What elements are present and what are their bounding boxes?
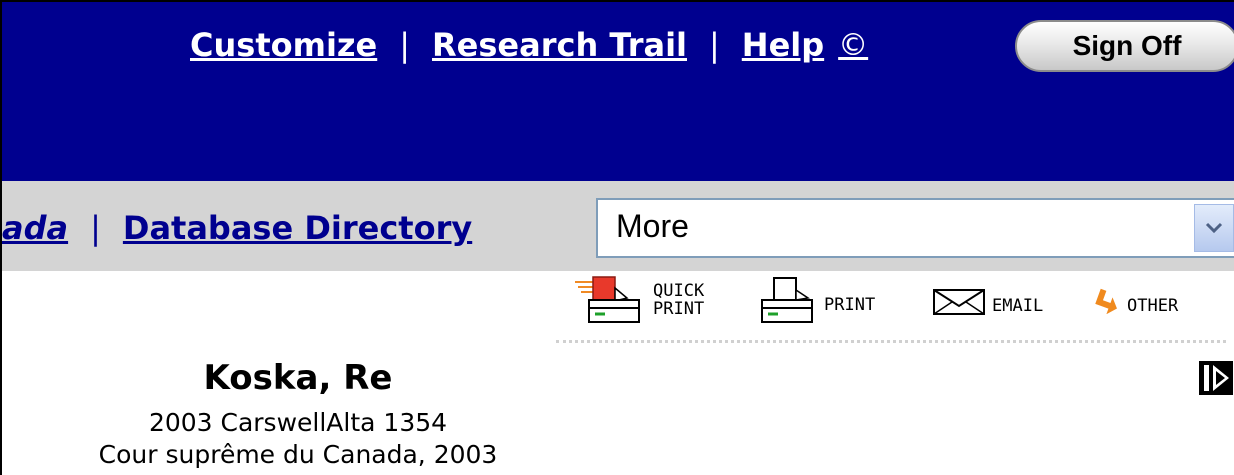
top-header: Customize | Research Trail | Help © Sign… [0,0,1234,181]
header-separator: | [709,26,720,64]
quick-print-label-line2: PRINT [653,299,705,319]
window-frame-top [0,0,1234,2]
other-label: OTHER [1127,296,1179,317]
window-frame-left [0,0,2,475]
help-link[interactable]: Help [742,26,824,64]
database-directory-link[interactable]: Database Directory [123,209,472,247]
document-toolbar: QUICK PRINT PRINT EMAIL OTHER [575,276,1225,338]
nav-links: ada | Database Directory [2,208,472,248]
copyright-link[interactable]: © [838,28,868,63]
chevron-down-icon[interactable] [1194,204,1234,252]
email-button[interactable]: EMAIL [932,276,1043,326]
header-separator: | [399,26,411,64]
expand-panel-button[interactable] [1199,361,1233,395]
canada-link[interactable]: ada [2,209,68,247]
document-court: Cour suprême du Canada, 2003 [98,440,498,469]
envelope-icon [932,284,988,318]
printer-icon [760,276,816,326]
research-trail-link[interactable]: Research Trail [432,26,687,64]
play-icon [1199,361,1233,399]
sign-off-button[interactable]: Sign Off [1015,20,1234,72]
quick-print-label: QUICK PRINT [653,282,705,319]
customize-link[interactable]: Customize [190,26,377,64]
quick-print-icon [575,276,645,326]
more-select[interactable]: More [596,198,1234,258]
toolbar-divider [556,340,1226,343]
more-select-value: More [616,208,689,244]
nav-separator: | [90,209,101,247]
header-links: Customize | Research Trail | Help © [190,20,868,70]
quick-print-button[interactable]: QUICK PRINT [575,276,704,326]
other-button[interactable]: OTHER [1095,276,1178,326]
document-title: Koska, Re [203,358,393,398]
print-button[interactable]: PRINT [760,276,875,326]
arrow-down-right-icon [1095,288,1121,314]
print-label: PRINT [824,295,876,316]
email-label: EMAIL [992,296,1044,317]
document-citation: 2003 CarswellAlta 1354 [148,408,448,437]
